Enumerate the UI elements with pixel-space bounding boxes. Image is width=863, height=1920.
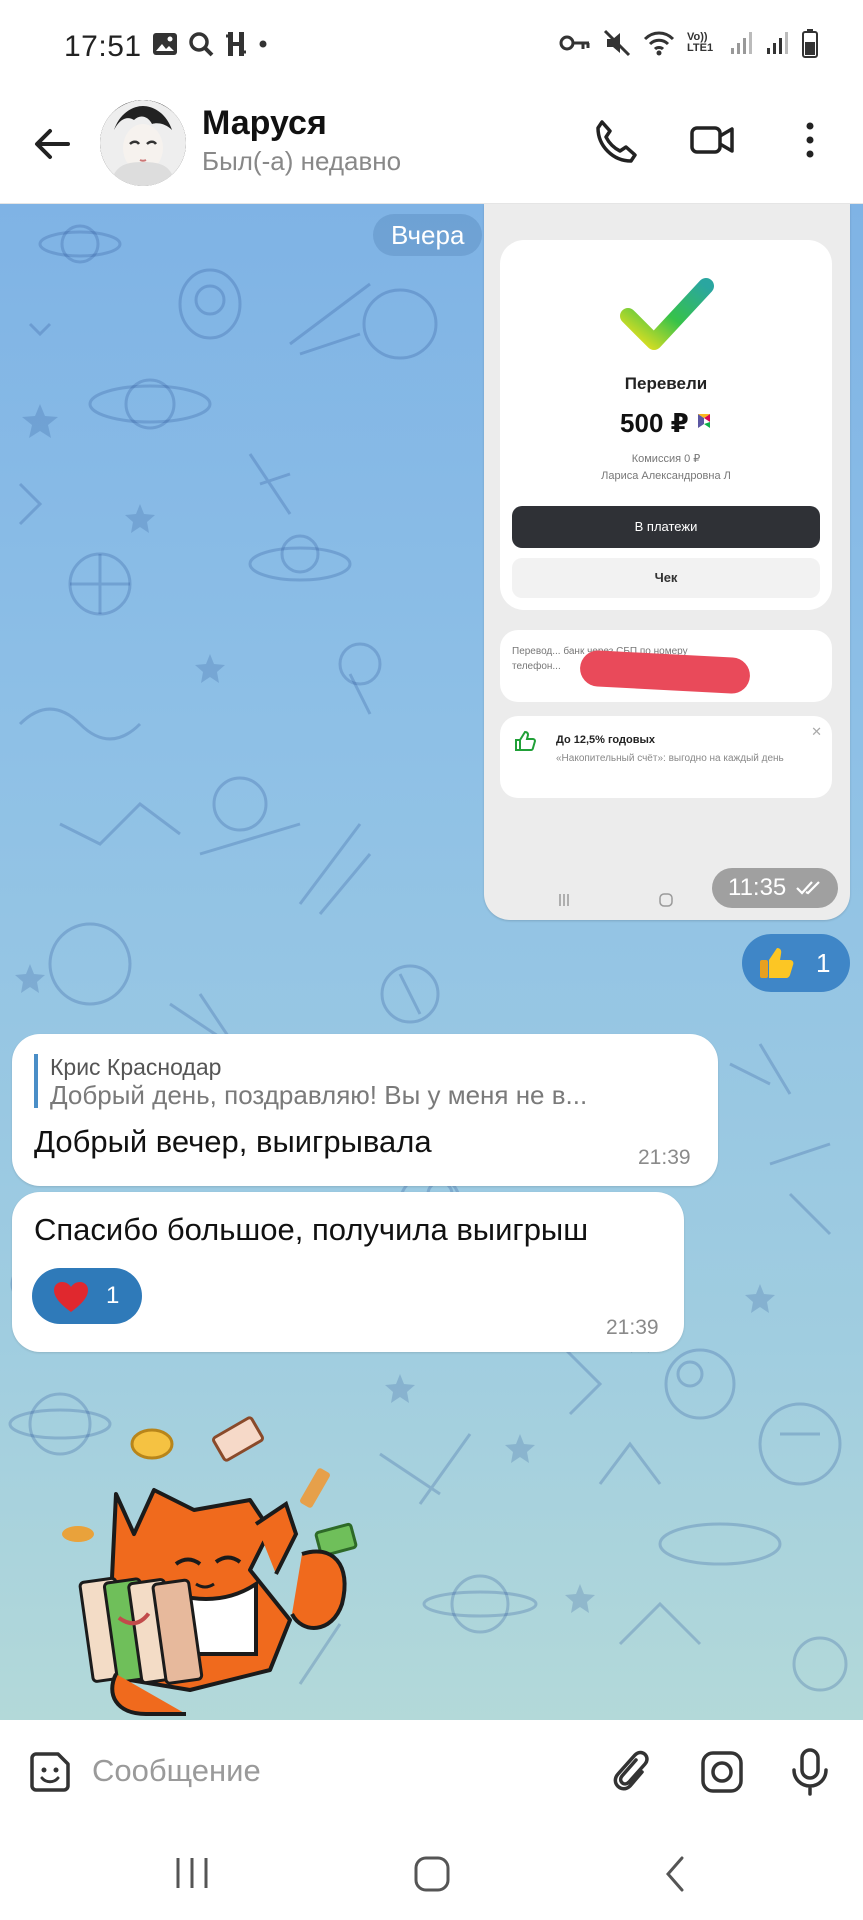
quote-text: Добрый день, поздравляю! Вы у меня не в.… (50, 1080, 588, 1110)
search-icon (189, 32, 214, 57)
redaction-mark (579, 649, 751, 695)
mute-icon (603, 29, 631, 57)
recents-icon[interactable] (170, 1856, 214, 1890)
close-icon: ✕ (811, 724, 822, 739)
to-payments-button: В платежи (512, 506, 820, 548)
message-input[interactable] (92, 1746, 572, 1796)
camera-icon[interactable] (698, 1748, 746, 1796)
message-time: 21:39 (606, 1316, 659, 1339)
signal-icon (767, 32, 788, 54)
gallery-icon (153, 33, 177, 55)
receipt-button: Чек (512, 558, 820, 598)
chat-header: Маруся Был(-а) недавно (0, 92, 863, 204)
reaction-count: 1 (106, 1282, 120, 1309)
payment-title: Перевели (624, 374, 708, 393)
message-text: Добрый вечер, выигрывала (34, 1124, 432, 1159)
sticker-emoji-icon[interactable] (26, 1748, 74, 1796)
home-icon[interactable] (412, 1854, 452, 1894)
status-left-icons (152, 30, 268, 58)
thanks-message[interactable]: Спасибо большое, получила выигрыш 1 21:3… (12, 1192, 684, 1352)
date-chip: Вчера (373, 214, 483, 256)
wifi-icon (643, 31, 675, 56)
phone-icon[interactable] (588, 114, 640, 166)
signal-icon (731, 32, 752, 54)
screenshot-image-message[interactable]: Перевели 500 ₽ Комиссия 0 ₽ Лариса Алекс… (484, 204, 850, 920)
thumbs-up-icon (760, 948, 794, 978)
promo-text: «Накопительный счёт»: выгодно на каждый … (556, 753, 784, 764)
payment-amount: 500 ₽ (500, 408, 832, 439)
microphone-icon[interactable] (788, 1746, 832, 1798)
message-text: Спасибо большое, получила выигрыш (34, 1212, 589, 1247)
heart-icon (54, 1282, 88, 1312)
payment-fee: Комиссия 0 ₽ (631, 453, 701, 465)
payment-success-card: Перевели 500 ₽ Комиссия 0 ₽ Лариса Алекс… (500, 240, 832, 610)
double-check-icon (796, 881, 820, 895)
heart-reaction[interactable]: 1 (32, 1268, 142, 1324)
chat-area[interactable]: Перевели 500 ₽ Комиссия 0 ₽ Лариса Алекс… (0, 204, 863, 1720)
checkmark-icon (620, 278, 714, 350)
h-app-icon (226, 32, 246, 56)
promo-title: До 12,5% годовых (556, 734, 655, 746)
thumbs-up-outline-icon (515, 730, 536, 751)
paperclip-icon[interactable] (606, 1746, 654, 1798)
avatar[interactable] (100, 100, 186, 186)
volte-icon: Vo)) LTE1 (687, 31, 714, 54)
status-time: 17:51 (64, 30, 142, 63)
message-time-pill: 11:35 (712, 868, 838, 908)
reaction-count: 1 (816, 948, 831, 978)
amount-value: 500 ₽ (620, 408, 689, 438)
more-vert-icon[interactable] (790, 114, 830, 166)
quote-author: Крис Краснодар (50, 1054, 222, 1080)
contact-name[interactable]: Маруся (202, 104, 327, 143)
contact-status: Был(-а) недавно (202, 146, 402, 176)
message-time: 11:35 (728, 874, 787, 901)
status-right-icons: Vo)) LTE1 (559, 28, 819, 58)
transfer-info-card: Перевод... банк через СБП по номеру теле… (500, 630, 832, 702)
reply-message[interactable]: Крис Краснодар Добрый день, поздравляю! … (12, 1034, 718, 1186)
reply-quote[interactable]: Крис Краснодар Добрый день, поздравляю! … (34, 1054, 694, 1110)
status-bar: 17:51 Vo)) LTE1 (0, 0, 863, 92)
message-time: 21:39 (638, 1146, 691, 1169)
promo-card: До 12,5% годовых «Накопительный счёт»: в… (500, 716, 832, 798)
payment-recipient: Лариса Александровна Л (601, 470, 731, 482)
battery-icon (802, 29, 818, 58)
avatar-image (100, 100, 186, 186)
video-camera-icon[interactable] (686, 114, 738, 166)
nav-back-icon[interactable] (660, 1854, 690, 1894)
sbp-logo-icon (697, 414, 710, 428)
composer (0, 1720, 863, 1820)
key-icon (559, 35, 590, 51)
fox-money-sticker[interactable] (56, 1414, 376, 1720)
dot-icon (259, 40, 267, 48)
back-arrow-icon[interactable] (28, 120, 76, 168)
like-reaction[interactable]: 1 (742, 934, 850, 992)
system-navigation-bar (0, 1820, 863, 1920)
